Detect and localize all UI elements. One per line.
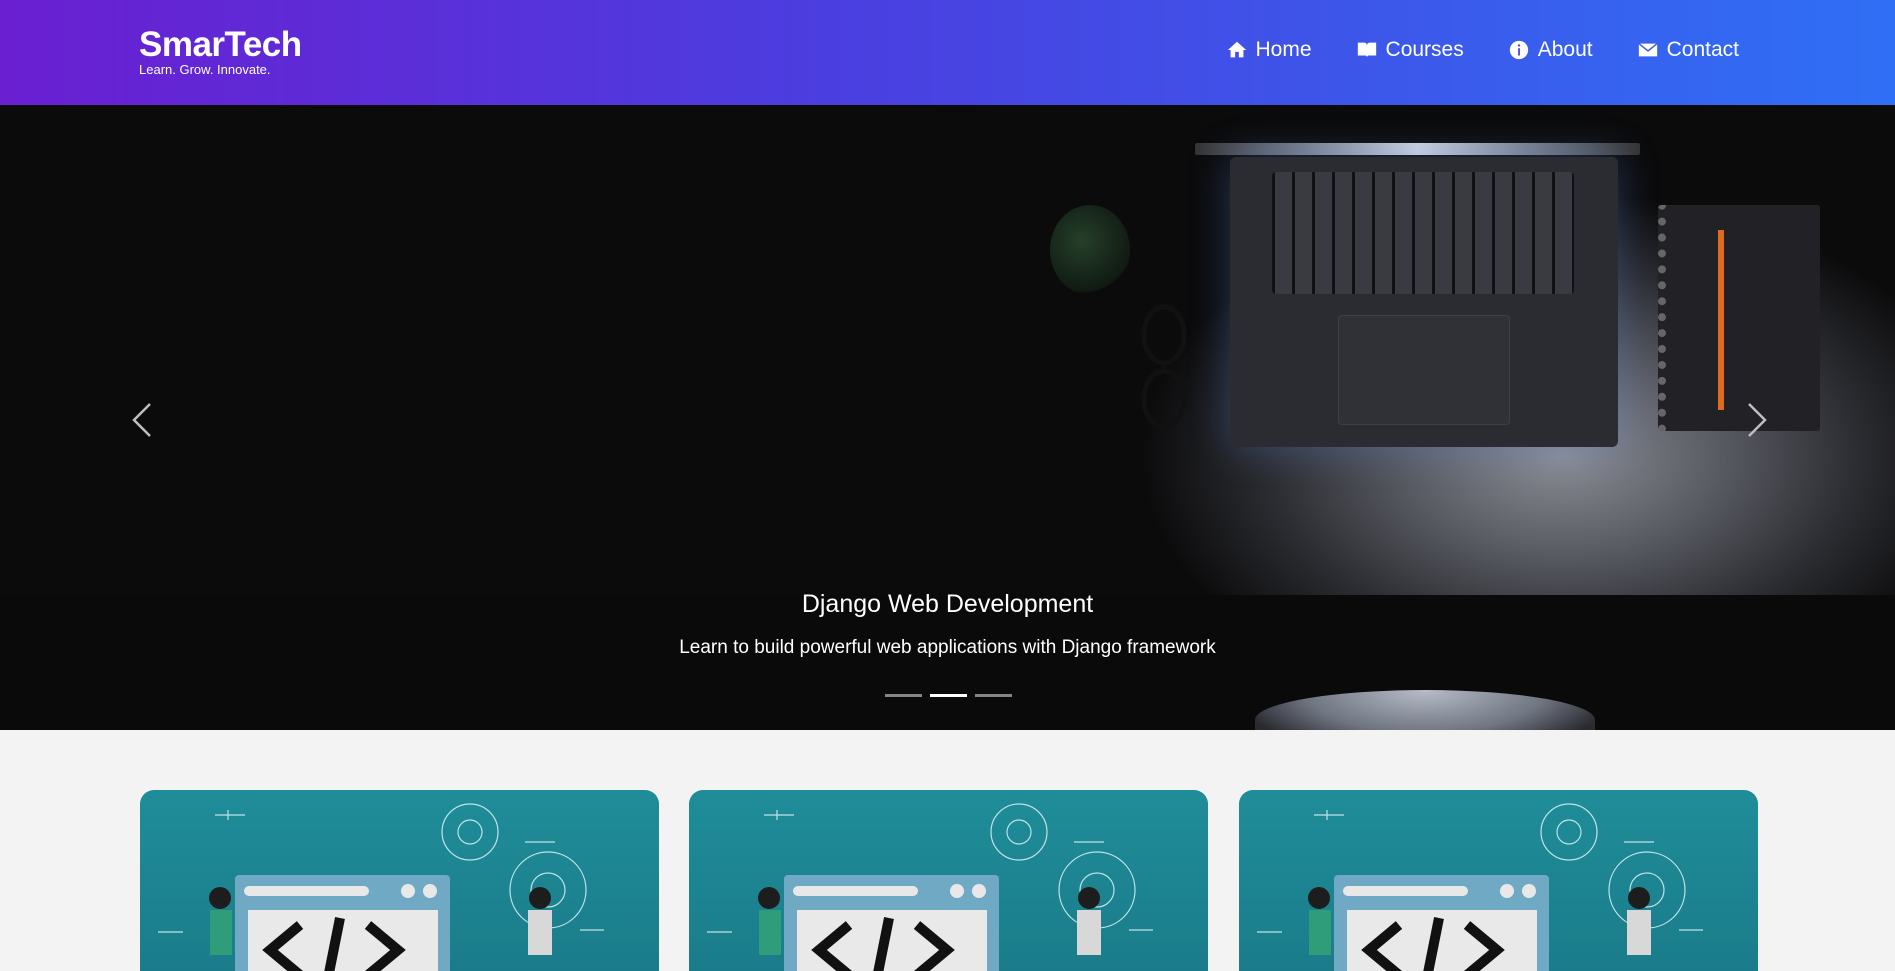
- laptop-screen-image: [1195, 143, 1640, 155]
- coding-illustration: [707, 803, 1153, 971]
- home-icon: [1227, 41, 1246, 58]
- nav-courses[interactable]: Courses: [1356, 38, 1464, 62]
- nav-contact[interactable]: Contact: [1637, 38, 1739, 62]
- envelope-icon: [1638, 43, 1658, 57]
- carousel-next-button[interactable]: [1742, 395, 1772, 445]
- nav-contact-label: Contact: [1666, 38, 1739, 61]
- notebook-image: [1658, 205, 1820, 431]
- coding-illustration: [1257, 803, 1703, 971]
- glasses-image: [1141, 304, 1187, 430]
- book-icon: [1357, 42, 1376, 58]
- chevron-right-icon: [1748, 403, 1767, 437]
- carousel-indicator-active[interactable]: [930, 694, 967, 697]
- nav-courses-label: Courses: [1385, 38, 1464, 61]
- brand-tagline: Learn. Grow. Innovate.: [139, 62, 271, 77]
- carousel-caption: Django Web Development Learn to build po…: [0, 590, 1895, 659]
- nav-about[interactable]: About: [1508, 38, 1593, 62]
- chevron-left-icon: [132, 403, 151, 437]
- caption-title: Django Web Development: [801, 590, 1094, 618]
- nav-home[interactable]: Home: [1226, 38, 1312, 62]
- nav-home-label: Home: [1255, 38, 1312, 61]
- carousel-indicator[interactable]: [975, 694, 1012, 697]
- navbar: SmarTech Learn. Grow. Innovate. Home Cou…: [0, 0, 1895, 105]
- brand-name: SmarTech: [139, 25, 302, 64]
- course-card[interactable]: [689, 790, 1208, 971]
- brand-logo[interactable]: SmarTech Learn. Grow. Innovate.: [139, 26, 302, 77]
- plant-image: [1050, 205, 1130, 295]
- hero-carousel: Django Web Development Learn to build po…: [0, 105, 1895, 730]
- course-card[interactable]: [1239, 790, 1758, 971]
- carousel-indicators: [885, 694, 1012, 697]
- coding-illustration: [158, 803, 604, 971]
- laptop-image: [1230, 157, 1618, 447]
- course-card[interactable]: [140, 790, 659, 971]
- info-icon: [1509, 40, 1528, 60]
- caption-text: Learn to build powerful web applications…: [679, 637, 1216, 658]
- carousel-indicator[interactable]: [885, 694, 922, 697]
- keyboard-image: [1272, 172, 1574, 294]
- nav-about-label: About: [1537, 38, 1593, 61]
- carousel-prev-button[interactable]: [127, 395, 157, 445]
- pencil-image: [1718, 230, 1724, 410]
- course-cards: [140, 790, 1760, 971]
- main-nav: Home Courses About Contact: [1182, 38, 1739, 62]
- trackpad-image: [1338, 315, 1510, 425]
